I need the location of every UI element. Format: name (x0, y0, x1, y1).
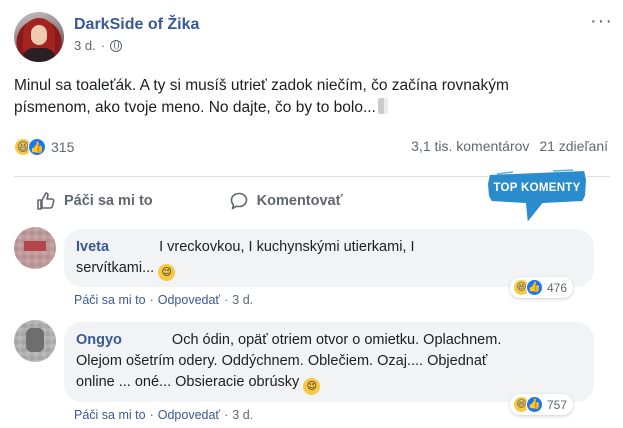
post-text-line: Minul sa toaleťák. A ty si musíš utrieť … (14, 77, 509, 94)
post-meta: 3 d. · (74, 38, 199, 53)
comment-time[interactable]: 3 d. (232, 408, 253, 422)
commenter-avatar[interactable] (14, 320, 56, 362)
top-comments-badge: TOP KOMENTY (483, 166, 591, 228)
thumbs-up-icon (37, 192, 55, 210)
comment-meta: Páči sa mi to · Odpovedať · 3 d. (74, 408, 254, 422)
comments-count-link[interactable]: 3,1 tis. komentárov (411, 138, 529, 154)
post-counts: 3,1 tis. komentárov 21 zdieľaní (411, 138, 608, 154)
like-icon: 👍 (526, 279, 543, 296)
page-avatar[interactable] (14, 12, 64, 62)
comment-text-line: Olejom ošetrím odery. Oddýchnem. Oblečie… (76, 353, 488, 369)
comment-reaction-count: 757 (547, 397, 568, 412)
comment-meta: Páči sa mi to · Odpovedať · 3 d. (74, 293, 254, 307)
post-text-line: písmenom, ako tvoje meno. No dajte, čo b… (14, 97, 614, 119)
shares-count-link[interactable]: 21 zdieľaní (539, 138, 608, 154)
like-icon: 👍 (526, 396, 543, 413)
comment-icon (230, 192, 247, 210)
commenter-name[interactable]: Iveta (76, 239, 109, 255)
badge-text: TOP KOMENTY (493, 182, 581, 194)
comment-button-label: Komentovať (256, 193, 343, 209)
toilet-paper-icon (377, 98, 388, 114)
comment-text-line: online ... oné... Obsieracie obrúsky (76, 374, 300, 390)
post-stats: 😆 👍 315 3,1 tis. komentárov 21 zdieľaní (14, 138, 612, 158)
reaction-count[interactable]: 315 (51, 139, 74, 155)
comment-bubble: Ongyo Och ódin, opäť otriem otvor o omiet… (64, 322, 594, 402)
more-options-icon[interactable]: ··· (590, 11, 613, 31)
comment-text-line: servítkami... (76, 260, 155, 276)
comment-item: Iveta I vreckovkou, I kuchynskými utierka… (14, 227, 612, 307)
comment-button[interactable]: Komentovať (229, 191, 343, 211)
like-icon: 👍 (28, 138, 46, 156)
page-name-link[interactable]: DarkSide of Žika (74, 16, 199, 34)
like-button-label: Páči sa mi to (64, 193, 153, 209)
wink-emoji-icon: 😉 (158, 264, 176, 281)
post-action-bar: Páči sa mi to Komentovať (14, 186, 464, 216)
commenter-avatar[interactable] (14, 227, 56, 269)
comment-item: Ongyo Och ódin, opäť otriem otvor o omiet… (14, 320, 612, 425)
badge-bubble (485, 168, 589, 227)
comment-time[interactable]: 3 d. (232, 293, 253, 307)
post-header-text: DarkSide of Žika 3 d. · (74, 16, 199, 53)
wink-emoji-icon: 😉 (303, 378, 321, 395)
comment-reactions[interactable]: 😆 👍 476 (510, 277, 574, 298)
comment-reply-link[interactable]: Odpovedať (158, 293, 220, 307)
comment-text-line: Och ódin, opäť otriem otvor o omietku. O… (171, 332, 502, 348)
globe-icon (110, 39, 123, 52)
comment-like-link[interactable]: Páči sa mi to (74, 408, 146, 422)
comment-reply-link[interactable]: Odpovedať (158, 408, 220, 422)
post-text: Minul sa toaleťák. A ty si musíš utrieť … (14, 75, 614, 119)
post-header: DarkSide of Žika 3 d. · (14, 12, 199, 62)
commenter-name[interactable]: Ongyo (76, 332, 122, 348)
comment-like-link[interactable]: Páči sa mi to (74, 293, 146, 307)
post-time[interactable]: 3 d. (74, 38, 96, 53)
like-button[interactable]: Páči sa mi to (36, 191, 153, 211)
comment-text-line: I vreckovkou, I kuchynskými utierkami, I (159, 239, 415, 255)
comment-reaction-count: 476 (547, 280, 568, 295)
post-reactions[interactable]: 😆 👍 315 (14, 138, 74, 156)
comment-reactions[interactable]: 😆 👍 757 (510, 394, 574, 415)
